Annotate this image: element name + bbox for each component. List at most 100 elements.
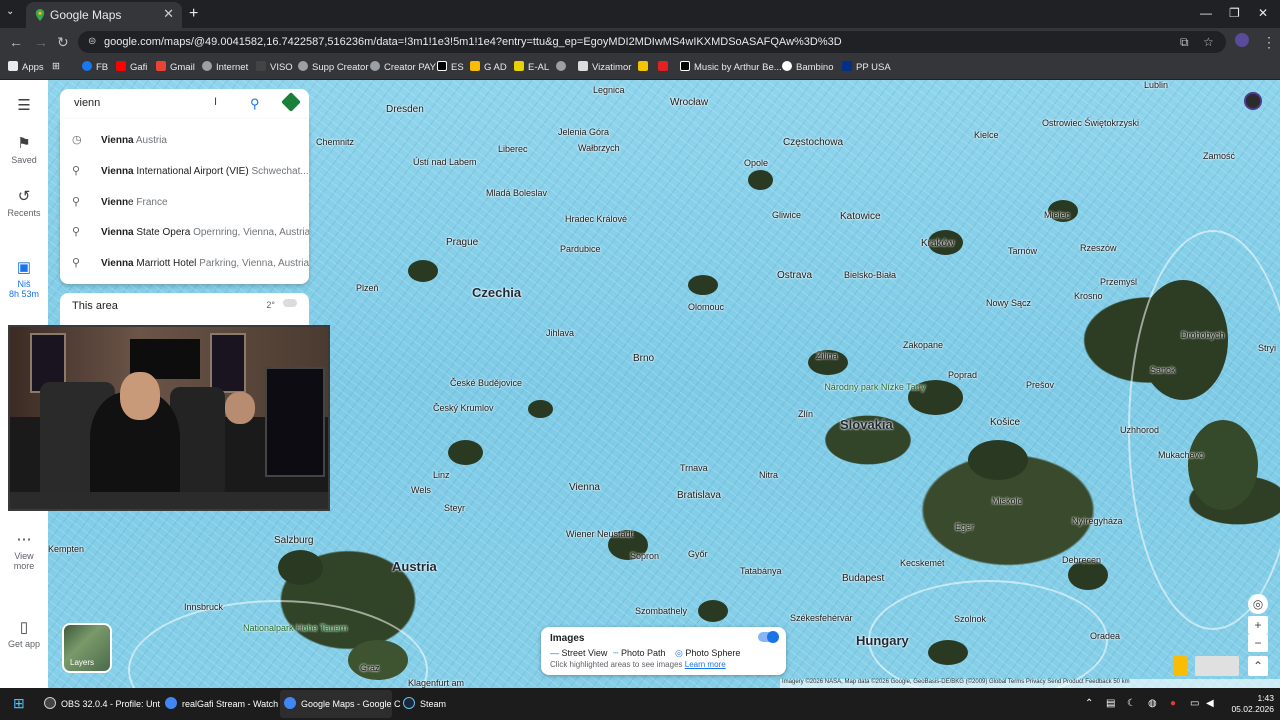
expand-icon[interactable]: ⌃ xyxy=(1248,656,1268,676)
restore-icon[interactable]: ❐ xyxy=(1229,6,1240,20)
more-icon: ⋯ xyxy=(16,531,32,548)
chrome-icon xyxy=(284,697,296,709)
menu-icon[interactable]: ⋮ xyxy=(1262,34,1276,51)
tray-steam-icon[interactable]: ◍ xyxy=(1148,698,1157,709)
taskbar-google-maps[interactable]: Google Maps - Google C xyxy=(284,697,401,709)
map-label: Kraków xyxy=(921,238,955,249)
tray-moon-icon[interactable]: ☾ xyxy=(1127,698,1136,709)
directions-icon[interactable] xyxy=(281,92,301,112)
bookmark-e-al[interactable]: E-AL xyxy=(514,61,549,73)
menu-button[interactable]: ☰ xyxy=(0,96,48,117)
suggestion-item[interactable]: ◷ Vienna Austria xyxy=(60,125,309,155)
zoom-in-button[interactable]: + xyxy=(1248,616,1268,634)
recents-button[interactable]: ↺ Recents xyxy=(0,187,48,218)
tab-google-maps[interactable]: Google Maps ✕ xyxy=(26,2,182,28)
bookmark-bambino[interactable]: Bambino xyxy=(782,61,834,73)
map-label: Graz xyxy=(360,663,380,673)
bookmark-creator-pay[interactable]: Creator PAY xyxy=(370,61,436,73)
suggestion-item[interactable]: ⚲ Vienna International Airport (VIE) Sch… xyxy=(60,156,309,186)
my-location-icon[interactable]: ◎ xyxy=(1248,594,1268,614)
layers-button[interactable]: Layers xyxy=(62,623,112,673)
windows-start-icon[interactable]: ⊞ xyxy=(13,695,25,712)
bookmark-vizatimor[interactable]: Vizatimor xyxy=(578,61,631,73)
images-toggle[interactable] xyxy=(758,631,779,643)
bookmark-gmail[interactable]: Gmail xyxy=(156,61,195,73)
map-label: Liberec xyxy=(498,144,528,154)
tray-app-icon[interactable]: ▤ xyxy=(1106,698,1115,709)
bookmark-c[interactable] xyxy=(658,61,672,73)
microphone-icon[interactable]: ● xyxy=(1170,698,1176,709)
map-label: Lublin xyxy=(1144,80,1169,90)
music-icon xyxy=(680,61,690,71)
install-icon[interactable]: ⧉ xyxy=(1180,35,1189,50)
map-label: Szombathely xyxy=(635,606,688,616)
settings-bookmark-icon[interactable] xyxy=(556,61,570,73)
back-icon[interactable]: ← xyxy=(9,34,23,50)
tray-expand-icon[interactable]: ⌃ xyxy=(1085,698,1093,709)
m-icon xyxy=(638,61,648,71)
site-info-icon[interactable]: ⊜ xyxy=(88,36,96,47)
bookmark-g-ad[interactable]: G AD xyxy=(470,61,507,73)
bookmark-apps[interactable]: Apps xyxy=(8,61,44,73)
saved-button[interactable]: ⚑ Saved xyxy=(0,134,48,165)
view-more-button[interactable]: ⋯ View more xyxy=(0,530,48,571)
close-window-icon[interactable]: ✕ xyxy=(1258,6,1268,20)
bookmark-gafi[interactable]: Gafi xyxy=(116,61,147,73)
this-area-card[interactable]: This area 2° xyxy=(60,293,309,325)
reload-icon[interactable]: ↻ xyxy=(57,34,69,51)
map-label: Nitra xyxy=(759,470,779,480)
search-input[interactable]: vienn xyxy=(74,97,100,109)
forward-icon[interactable]: → xyxy=(34,34,48,50)
bookmark-star-icon[interactable]: ☆ xyxy=(1203,35,1214,49)
get-app-button[interactable]: ▯ Get app xyxy=(0,618,48,649)
taskbar-stream[interactable]: realGafi Stream - Watch xyxy=(165,697,278,709)
this-area-title: This area xyxy=(72,300,118,312)
cloud-icon xyxy=(283,299,297,307)
map-label: Sopron xyxy=(630,551,660,561)
bookmark-internet[interactable]: Internet xyxy=(202,61,248,73)
bus-icon: ▣ xyxy=(16,259,32,276)
gmail-icon xyxy=(156,61,166,71)
display-icon[interactable]: ▭ xyxy=(1190,698,1199,709)
address-bar[interactable]: ⊜ google.com/maps/@49.0041582,16.7422587… xyxy=(78,31,1226,53)
map-label: Ústí nad Labem xyxy=(413,157,477,167)
map-label: České Budějovice xyxy=(450,378,523,388)
grid-icon[interactable]: ⊞ xyxy=(52,61,60,72)
suggestion-item[interactable]: ⚲ Vienne France xyxy=(60,187,309,217)
zoom-out-button[interactable]: − xyxy=(1248,634,1268,652)
map-thumbnails[interactable] xyxy=(1195,656,1239,676)
map-label: Mukachevo xyxy=(1158,450,1205,460)
suggestion-item[interactable]: ⚲ Vienna Marriott Hotel Parkring, Vienna… xyxy=(60,248,309,278)
new-tab-icon[interactable]: + xyxy=(189,5,198,23)
map-label: Wels xyxy=(411,485,431,495)
pegman-icon[interactable] xyxy=(1173,656,1187,676)
map-label: Pardubice xyxy=(560,244,601,254)
bookmark-music[interactable]: Music by Arthur Be... xyxy=(680,61,782,73)
system-clock[interactable]: 1:43 05.02.2026 xyxy=(1208,693,1274,715)
weather-temp: 2° xyxy=(266,300,275,310)
recent-nis-button[interactable]: ▣ Niš 8h 53m xyxy=(0,258,48,299)
search-box[interactable]: vienn I ⚲ xyxy=(60,89,309,119)
bookmark-es[interactable]: ES xyxy=(437,61,464,73)
globe-icon xyxy=(370,61,380,71)
tab-search-icon[interactable]: ⌄ xyxy=(6,6,14,17)
bookmark-fb[interactable]: FB xyxy=(82,61,108,73)
map-label: Poprad xyxy=(948,370,978,380)
maps-profile-avatar[interactable] xyxy=(1244,92,1262,110)
bookmark-viso[interactable]: VISO xyxy=(256,61,293,73)
profile-avatar[interactable] xyxy=(1235,33,1249,47)
ads-icon xyxy=(470,61,480,71)
bookmark-m[interactable] xyxy=(638,61,652,73)
taskbar-obs[interactable]: OBS 32.0.4 - Profile: Unt xyxy=(44,697,160,709)
minimize-icon[interactable]: — xyxy=(1200,6,1212,20)
taskbar-steam[interactable]: Steam xyxy=(403,697,446,709)
learn-more-link[interactable]: Learn more xyxy=(685,660,726,669)
layers-label: Layers xyxy=(70,658,95,667)
map-label: Miskolc xyxy=(992,496,1023,506)
close-tab-icon[interactable]: ✕ xyxy=(163,6,174,22)
map-label: Trnava xyxy=(680,463,708,473)
bookmark-supp-creator[interactable]: Supp Creator xyxy=(298,61,369,73)
bookmark-pp-usa[interactable]: PP USA xyxy=(842,61,891,73)
suggestion-item[interactable]: ⚲ Vienna State Opera Opernring, Vienna, … xyxy=(60,217,309,247)
search-icon[interactable]: ⚲ xyxy=(250,96,260,112)
